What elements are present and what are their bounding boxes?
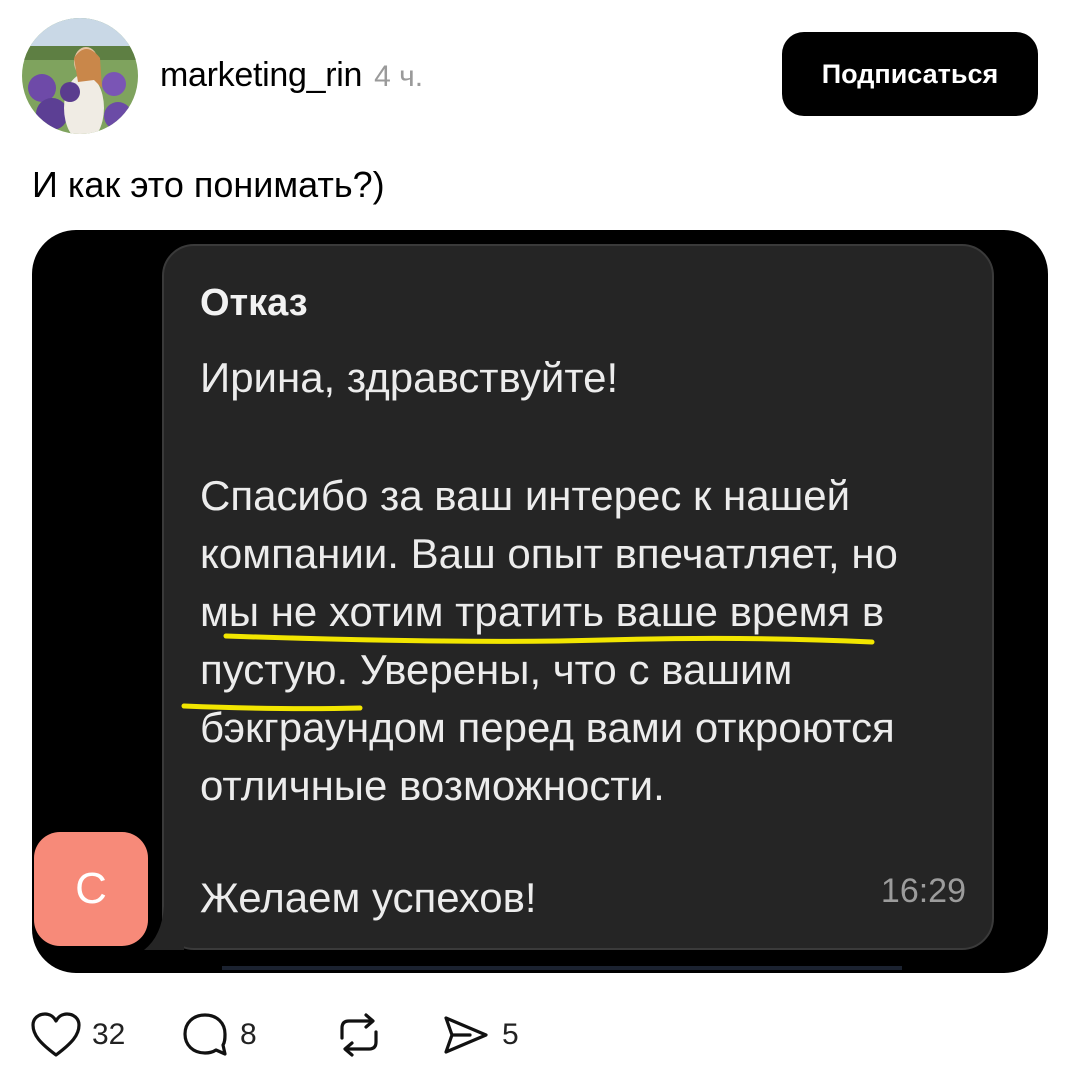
- sender-avatar: С: [34, 832, 148, 946]
- follow-button[interactable]: Подписаться: [782, 32, 1038, 116]
- message-greeting: Ирина, здравствуйте!: [200, 354, 619, 401]
- message-title: Отказ: [200, 282, 308, 324]
- author-username[interactable]: marketing_rin: [160, 56, 362, 95]
- share-count: 5: [502, 1018, 519, 1051]
- message-line: пустую. Уверены, что с вашим: [200, 646, 793, 693]
- message-bubble: Отказ Ирина, здравствуйте! Спасибо за ва…: [162, 244, 994, 950]
- bubble-tail: [144, 906, 184, 950]
- send-icon: [444, 1016, 488, 1054]
- message-time: 16:29: [880, 872, 966, 910]
- post-image[interactable]: Отказ Ирина, здравствуйте! Спасибо за ва…: [32, 230, 1048, 973]
- post-time: 4 ч.: [374, 60, 424, 93]
- message-line: бэкграундом перед вами откроются: [200, 704, 895, 751]
- repost-button[interactable]: [334, 1010, 384, 1060]
- comment-button[interactable]: 8: [180, 1010, 257, 1060]
- repost-icon: [340, 1013, 378, 1057]
- message-line: мы не хотим тратить ваше время в: [200, 588, 885, 635]
- comment-count: 8: [240, 1018, 257, 1051]
- heart-icon: [31, 1012, 81, 1057]
- author-avatar[interactable]: [22, 18, 138, 134]
- message-closing: Желаем успехов!: [200, 874, 537, 921]
- post-caption: И как это понимать?): [32, 164, 385, 205]
- like-button[interactable]: 32: [30, 1010, 125, 1060]
- message-line: компании. Ваш опыт впечатляет, но: [200, 530, 898, 577]
- comment-icon: [183, 1013, 227, 1056]
- divider: [222, 966, 902, 970]
- post-card: marketing_rin 4 ч. Подписаться И как это…: [0, 0, 1080, 1092]
- message-line: отличные возможности.: [200, 762, 665, 809]
- message-line: Спасибо за ваш интерес к нашей: [200, 472, 851, 519]
- share-button[interactable]: 5: [440, 1010, 519, 1060]
- like-count: 32: [92, 1018, 126, 1051]
